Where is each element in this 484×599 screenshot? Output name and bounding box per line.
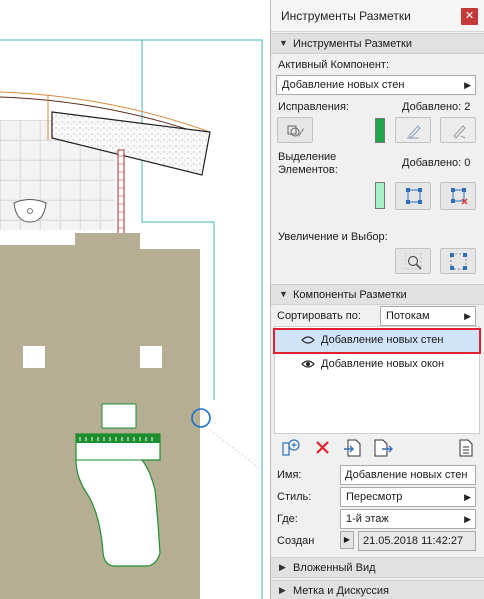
delete-x-icon	[316, 441, 329, 454]
export-arrow-icon	[374, 439, 393, 457]
select-elements-button[interactable]	[440, 248, 476, 274]
corrections-shapes-button[interactable]	[277, 117, 313, 143]
section-markup-components-title: Компоненты Разметки	[293, 289, 407, 301]
plan-drawing	[0, 39, 263, 599]
where-value: 1-й этаж	[346, 513, 389, 525]
select-box-add-icon	[406, 188, 422, 204]
where-label: Где:	[277, 513, 298, 525]
style-label: Стиль:	[277, 491, 312, 503]
active-component-value: Добавление новых стен	[282, 79, 405, 91]
dropdown-arrow-icon: ▶	[464, 492, 471, 502]
list-item[interactable]: Добавление новых окон	[275, 354, 479, 376]
section-label-discussion-header[interactable]: ▶ Метка и Дискуссия	[271, 580, 484, 599]
active-component-label: Активный Компонент:	[278, 59, 390, 71]
zoom-select-label: Увеличение и Выбор:	[278, 231, 388, 243]
collapse-triangle-icon: ▼	[279, 289, 288, 299]
selection-color-swatch[interactable]	[375, 182, 385, 209]
component-report-button[interactable]	[455, 437, 477, 459]
selection-label-line1: Выделение	[278, 151, 337, 163]
list-item[interactable]: Добавление новых стен	[273, 328, 481, 354]
palette-title: Инструменты Разметки	[281, 9, 411, 23]
dropdown-arrow-icon: ▶	[464, 311, 471, 321]
active-component-dropdown[interactable]: Добавление новых стен ▶	[276, 75, 476, 95]
section-markup-components-header[interactable]: ▼ Компоненты Разметки	[271, 284, 484, 305]
name-field[interactable]: Добавление новых стен	[340, 465, 476, 485]
eye-icon[interactable]	[301, 358, 315, 370]
pencil-remove-icon	[453, 125, 466, 139]
name-label: Имя:	[277, 469, 302, 481]
selection-remove-button[interactable]	[440, 182, 476, 210]
expand-triangle-icon: ▶	[279, 585, 286, 595]
close-icon[interactable]: ✕	[461, 8, 478, 25]
section-markup-tools-header[interactable]: ▼ Инструменты Разметки	[271, 33, 484, 54]
created-expand-button[interactable]: ▶	[340, 531, 354, 549]
selection-label-line2: Элементов:	[278, 164, 338, 176]
document-icon	[459, 439, 473, 457]
section-nested-view-title: Вложенный Вид	[293, 562, 376, 574]
eye-icon[interactable]	[301, 334, 315, 346]
zoom-button[interactable]	[395, 248, 431, 274]
collapse-triangle-icon: ▼	[279, 38, 288, 48]
selection-add-button[interactable]	[395, 182, 431, 210]
sort-by-label: Сортировать по:	[277, 310, 361, 322]
created-label: Создан	[277, 535, 315, 547]
drawing-canvas[interactable]	[0, 0, 270, 599]
delete-component-button[interactable]	[312, 437, 334, 459]
palette-titlebar[interactable]: Инструменты Разметки ✕	[271, 0, 484, 32]
list-item-label: Добавление новых стен	[321, 334, 444, 346]
expand-triangle-icon: ▶	[279, 562, 286, 572]
list-item-label: Добавление новых окон	[321, 358, 445, 370]
section-label-discussion-title: Метка и Дискуссия	[293, 585, 390, 597]
style-value: Пересмотр	[346, 491, 403, 503]
zoom-magnifier-icon	[405, 253, 422, 270]
import-arrow-icon	[344, 439, 361, 457]
selection-added-count: Добавлено: 0	[402, 157, 471, 169]
style-dropdown[interactable]: Пересмотр ▶	[340, 487, 476, 507]
export-component-button[interactable]	[372, 437, 394, 459]
created-field: 21.05.2018 11:42:27	[358, 531, 476, 551]
dropdown-arrow-icon: ▶	[464, 514, 471, 524]
pencil-edit-icon	[407, 125, 421, 139]
sort-by-dropdown[interactable]: Потокам ▶	[380, 306, 476, 326]
section-nested-view-header[interactable]: ▶ Вложенный Вид	[271, 557, 484, 578]
corrections-color-swatch[interactable]	[375, 118, 385, 143]
sort-by-value: Потокам	[386, 310, 430, 322]
where-dropdown[interactable]: 1-й этаж ▶	[340, 509, 476, 529]
dropdown-arrow-icon: ▶	[464, 80, 471, 90]
new-component-button[interactable]	[280, 437, 302, 459]
corrections-erase-button[interactable]	[440, 117, 476, 143]
corrections-added-count: Добавлено: 2	[402, 101, 471, 113]
shapes-pen-icon	[287, 125, 304, 137]
components-list[interactable]: Добавление новых стен Добавление новых о…	[273, 326, 481, 434]
section-markup-tools-title: Инструменты Разметки	[293, 38, 412, 50]
select-box-remove-icon	[451, 188, 468, 205]
select-elements-icon	[450, 253, 467, 270]
corrections-pencil-button[interactable]	[395, 117, 431, 143]
import-component-button[interactable]	[342, 437, 364, 459]
corrections-label: Исправления:	[278, 101, 349, 113]
new-item-plus-icon	[282, 439, 300, 456]
